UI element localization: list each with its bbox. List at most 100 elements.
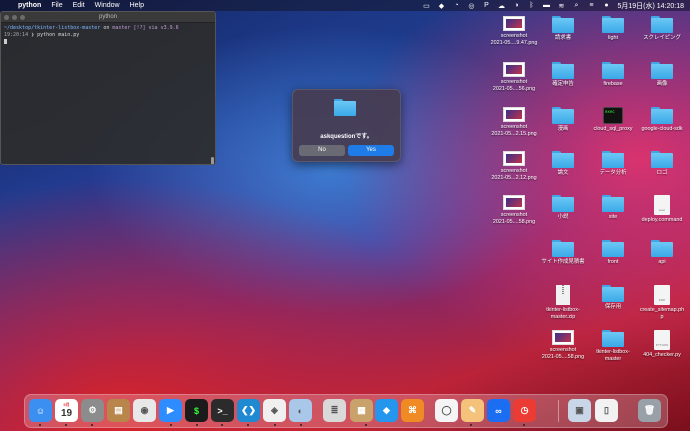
desktop-icon[interactable]: 漫画 (539, 107, 587, 133)
desktop-icon[interactable]: PYTHON 404_checker.py (638, 330, 686, 359)
finder-icon[interactable]: ☺ (29, 399, 52, 422)
folder-icon (334, 99, 356, 116)
trash-icon[interactable]: 🗑 (638, 399, 661, 422)
folder-icon (651, 151, 673, 168)
terminal-icon[interactable]: >_ (211, 399, 234, 422)
yes-button[interactable]: Yes (348, 145, 394, 156)
desktop-icon[interactable]: スクレイピング (638, 16, 686, 42)
timer-icon[interactable]: ◔ (452, 2, 460, 9)
desktop-icon[interactable]: google-cloud-sdk (638, 107, 686, 133)
folder-icon (602, 151, 624, 168)
executable-icon: exec (603, 107, 623, 124)
notes-app-icon[interactable]: ▤ (107, 399, 130, 422)
desktop-icon[interactable]: PHP create_sitemap.ph p (638, 285, 686, 321)
desktop-icon[interactable]: api (638, 240, 686, 266)
desktop-icon[interactable]: screenshot 2021-05....56.png (490, 62, 538, 93)
clock-icon[interactable]: ◷ (513, 399, 536, 422)
desktop-icon[interactable]: exec cloud_sql_proxy (589, 107, 637, 133)
desktop-icon-label: screenshot 2021-05....9.47.png (490, 33, 538, 46)
terminal-output[interactable]: ~/desktop/tkinter-listbox-master on mast… (1, 23, 215, 48)
desktop-icon[interactable]: exec deploy.command (638, 195, 686, 224)
desktop-icon[interactable]: tkinter-listbox- master (589, 330, 637, 363)
desktop-icon[interactable]: 確定申告 (539, 62, 587, 88)
menu-help[interactable]: Help (130, 2, 144, 9)
quicktime-icon[interactable]: ◯ (435, 399, 458, 422)
image-file-icon (503, 107, 525, 122)
wifi-icon[interactable]: ≋ (557, 2, 565, 10)
folder-icon (602, 62, 624, 79)
desktop-icon[interactable]: 小説 (539, 195, 587, 221)
image-file-icon (503, 195, 525, 210)
database-icon[interactable]: ≣ (323, 399, 346, 422)
desktop-icon-label: tkinter-listbox- master (596, 349, 630, 362)
cloud-icon[interactable]: ☁ (497, 2, 505, 10)
desktop-icon[interactable]: firebase (589, 62, 637, 88)
desktop-icon[interactable]: 請求書 (539, 16, 587, 42)
bluetooth-icon[interactable]: ᛒ (527, 2, 535, 9)
document-icon[interactable]: ▯ (595, 399, 618, 422)
compass-icon[interactable]: ◎ (467, 2, 475, 10)
desktop-icon[interactable]: screenshot 2021-05...2.15.png (490, 107, 538, 138)
folder-icon (651, 62, 673, 79)
system-preferences-icon[interactable]: ⚙ (81, 399, 104, 422)
desktop-icon[interactable]: サイト作成見積書 (539, 240, 587, 266)
terminal-scrollbar[interactable] (211, 157, 214, 164)
speaker-icon[interactable]: ◑ (512, 2, 520, 9)
desktop-icon[interactable]: データ分析 (589, 151, 637, 177)
menu-window[interactable]: Window (95, 2, 120, 9)
docker-icon[interactable]: ◆ (375, 399, 398, 422)
running-indicator (470, 424, 472, 426)
desktop-icon-label: 404_checker.py (643, 352, 681, 358)
chrome-icon[interactable]: ◉ (133, 399, 156, 422)
desktop-icon[interactable]: light (589, 16, 637, 42)
desktop-icon[interactable]: site (589, 195, 637, 221)
running-indicator (365, 424, 367, 426)
menu-app-name[interactable]: python (18, 2, 41, 9)
desktop-icon[interactable]: tkinter-listbox- master.zip (539, 285, 587, 321)
desktop-icon[interactable]: 論文 (539, 151, 587, 177)
running-indicator (274, 424, 276, 426)
archive-utility-icon[interactable]: ▦ (350, 399, 373, 422)
search-icon[interactable]: ⌕ (572, 2, 580, 9)
desktop-icon[interactable]: ロゴ (638, 151, 686, 177)
terminal-on: on (103, 25, 110, 31)
terminal-titlebar[interactable]: python (1, 12, 215, 23)
calendar-icon[interactable]: 5月 19 (55, 399, 78, 422)
vscode-icon[interactable]: ❮❯ (237, 399, 260, 422)
running-indicator (65, 424, 67, 426)
screen-icon[interactable]: ▭ (422, 2, 430, 10)
dropbox-icon[interactable]: ◆ (437, 2, 445, 10)
folder-icon (552, 195, 574, 212)
menu-clock[interactable]: 5月19日(水) 14:20:18 (617, 1, 684, 11)
desktop-icon[interactable]: 保存用 (589, 285, 637, 311)
preview-icon[interactable]: ◐ (289, 399, 312, 422)
menu-file[interactable]: File (51, 2, 62, 9)
folder-icon (602, 240, 624, 257)
desktop-icon[interactable]: 画像 (638, 62, 686, 88)
desktop-icon-label: screenshot 2021-05...2.15.png (491, 124, 537, 137)
sourcetree-icon[interactable]: ⌘ (401, 399, 424, 422)
dock: ☺ 5月 19 ⚙ ▤ ◉ ▶ $ >_ ❮❯ ◈ ◐ ≣ ▦ ◆ ⌘ ◯ ✎ ∞ ◷ ▣ ▯ 🗑 (24, 394, 668, 428)
folder-icon (552, 107, 574, 124)
control-center-icon[interactable]: ≡ (587, 2, 595, 9)
no-button[interactable]: No (299, 145, 345, 156)
desktop-icon[interactable]: front (589, 240, 637, 266)
safari-icon[interactable]: ◈ (263, 399, 286, 422)
desktop-icon[interactable]: screenshot 2021-05....58.png (539, 330, 587, 361)
desktop-icon[interactable]: screenshot 2021-05....58.png (490, 195, 538, 226)
infinity-app-icon[interactable]: ∞ (487, 399, 510, 422)
preview-app-icon[interactable]: ✎ (461, 399, 484, 422)
battery-icon[interactable]: ▬ (542, 2, 550, 9)
desktop-icon[interactable]: screenshot 2021-05...2.12.png (490, 151, 538, 182)
terminal-green-icon[interactable]: $ (185, 399, 208, 422)
status-area: ▭ ◆ ◔ ◎ P ☁ ◑ ᛒ ▬ ≋ ⌕ ≡ ● 5月19日(水) 14:20… (422, 0, 684, 11)
menu-edit[interactable]: Edit (73, 2, 85, 9)
desktop-icon[interactable]: screenshot 2021-05....9.47.png (490, 16, 538, 47)
siri-icon[interactable]: ● (602, 2, 610, 9)
p-icon[interactable]: P (482, 2, 490, 9)
folder-icon (552, 62, 574, 79)
folder-icon (651, 107, 673, 124)
running-indicator (91, 424, 93, 426)
zoom-icon[interactable]: ▶ (159, 399, 182, 422)
photos-folder-icon[interactable]: ▣ (568, 399, 591, 422)
